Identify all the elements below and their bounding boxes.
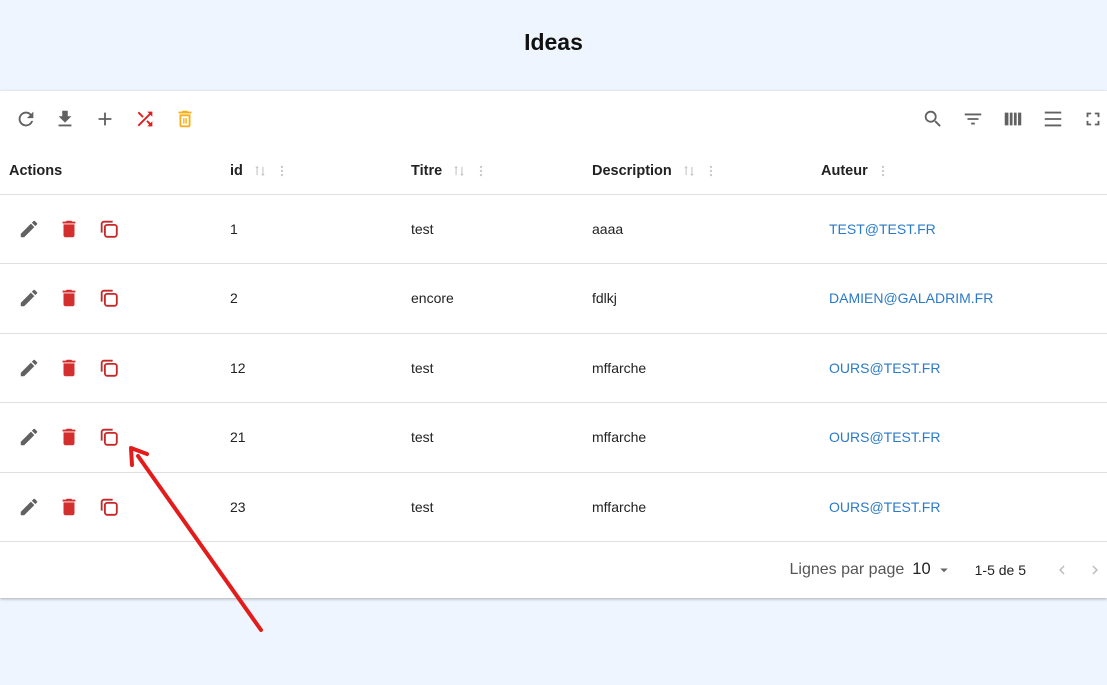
cell-id: 21: [230, 402, 411, 473]
cell-description: mffarche: [592, 402, 821, 473]
refresh-icon[interactable]: [14, 107, 38, 131]
rows-per-page-label: Lignes par page: [789, 560, 905, 578]
column-header-titre[interactable]: Titre: [411, 149, 592, 195]
column-menu-icon[interactable]: [474, 163, 488, 179]
cell-id: 1: [230, 194, 411, 264]
edit-icon[interactable]: [18, 357, 40, 379]
column-label: Titre: [411, 163, 443, 180]
cell-titre: test: [411, 194, 592, 264]
chevron-left-icon: [1059, 565, 1065, 574]
cell-titre: test: [411, 472, 592, 542]
chevron-right-icon: [1092, 565, 1098, 574]
next-page-button[interactable]: [1083, 558, 1107, 582]
column-label: Description: [592, 163, 672, 180]
author-link[interactable]: DAMIEN@GALADRIM.FR: [821, 290, 993, 306]
shuffle-icon[interactable]: [133, 107, 157, 131]
data-grid-panel: Actions id Titre Description Auteur 1 te…: [0, 91, 1107, 598]
pagination-range: 1-5 de 5: [974, 561, 1026, 578]
column-label: Auteur: [821, 163, 868, 180]
toolbar: [0, 91, 1107, 149]
delete-all-icon[interactable]: [173, 107, 197, 131]
table-row[interactable]: 12 test mffarche OURS@TEST.FR: [0, 333, 1107, 403]
delete-icon[interactable]: [58, 426, 80, 448]
delete-icon[interactable]: [58, 496, 80, 518]
table-row[interactable]: 1 test aaaa TEST@TEST.FR: [0, 194, 1107, 264]
cell-auteur: TEST@TEST.FR: [821, 194, 1107, 264]
row-actions: [0, 402, 230, 473]
filter-icon[interactable]: [961, 107, 985, 131]
cell-titre: encore: [411, 263, 592, 334]
column-header-description[interactable]: Description: [592, 149, 821, 195]
fullscreen-icon[interactable]: [1081, 107, 1105, 131]
cell-auteur: OURS@TEST.FR: [821, 333, 1107, 403]
cell-auteur: OURS@TEST.FR: [821, 402, 1107, 473]
rows-per-page-value: 10: [912, 560, 931, 578]
cell-titre: test: [411, 402, 592, 473]
ideas-table: Actions id Titre Description Auteur 1 te…: [0, 149, 1107, 542]
column-header-auteur[interactable]: Auteur: [821, 149, 1107, 195]
table-row[interactable]: 21 test mffarche OURS@TEST.FR: [0, 402, 1107, 473]
delete-icon[interactable]: [58, 287, 80, 309]
column-header-actions: Actions: [0, 149, 230, 195]
sort-icon[interactable]: [253, 164, 267, 178]
duplicate-icon[interactable]: [98, 496, 120, 518]
previous-page-button[interactable]: [1050, 558, 1074, 582]
density-icon[interactable]: [1041, 107, 1065, 131]
delete-icon[interactable]: [58, 357, 80, 379]
edit-icon[interactable]: [18, 426, 40, 448]
cell-description: fdlkj: [592, 263, 821, 334]
cell-id: 12: [230, 333, 411, 403]
column-label: id: [230, 163, 243, 180]
column-label: Actions: [9, 163, 63, 180]
duplicate-icon[interactable]: [98, 357, 120, 379]
cell-description: mffarche: [592, 472, 821, 542]
table-body: 1 test aaaa TEST@TEST.FR 2 encore fdlkj DAMIEN@…: [0, 194, 1107, 542]
author-link[interactable]: OURS@TEST.FR: [821, 360, 940, 376]
download-icon[interactable]: [53, 107, 77, 131]
delete-icon[interactable]: [58, 218, 80, 240]
cell-titre: test: [411, 333, 592, 403]
cell-description: aaaa: [592, 194, 821, 264]
sort-icon[interactable]: [682, 164, 696, 178]
edit-icon[interactable]: [18, 496, 40, 518]
row-actions: [0, 194, 230, 264]
column-menu-icon[interactable]: [876, 163, 890, 179]
page-header: Ideas: [0, 0, 1107, 90]
add-icon[interactable]: [93, 107, 117, 131]
edit-icon[interactable]: [18, 287, 40, 309]
duplicate-icon[interactable]: [98, 218, 120, 240]
edit-icon[interactable]: [18, 218, 40, 240]
cell-id: 2: [230, 263, 411, 334]
search-icon[interactable]: [921, 107, 945, 131]
pagination-footer: Lignes par page 10 1-5 de 5: [0, 541, 1107, 598]
column-header-id[interactable]: id: [230, 149, 411, 195]
cell-description: mffarche: [592, 333, 821, 403]
rows-per-page-select[interactable]: 10: [912, 560, 952, 579]
author-link[interactable]: OURS@TEST.FR: [821, 499, 940, 515]
duplicate-icon[interactable]: [98, 287, 120, 309]
author-link[interactable]: OURS@TEST.FR: [821, 429, 940, 445]
row-actions: [0, 263, 230, 334]
cell-auteur: OURS@TEST.FR: [821, 472, 1107, 542]
duplicate-icon[interactable]: [98, 426, 120, 448]
sort-icon[interactable]: [452, 164, 466, 178]
row-actions: [0, 333, 230, 403]
table-row[interactable]: 2 encore fdlkj DAMIEN@GALADRIM.FR: [0, 263, 1107, 334]
author-link[interactable]: TEST@TEST.FR: [821, 221, 936, 237]
dropdown-arrow-icon: [939, 568, 948, 572]
column-menu-icon[interactable]: [275, 163, 289, 179]
table-header-row: Actions id Titre Description Auteur: [0, 149, 1107, 195]
column-menu-icon[interactable]: [704, 163, 718, 179]
cell-id: 23: [230, 472, 411, 542]
cell-auteur: DAMIEN@GALADRIM.FR: [821, 263, 1107, 334]
columns-icon[interactable]: [1001, 107, 1025, 131]
page-title: Ideas: [524, 29, 583, 55]
table-row[interactable]: 23 test mffarche OURS@TEST.FR: [0, 472, 1107, 542]
row-actions: [0, 472, 230, 542]
